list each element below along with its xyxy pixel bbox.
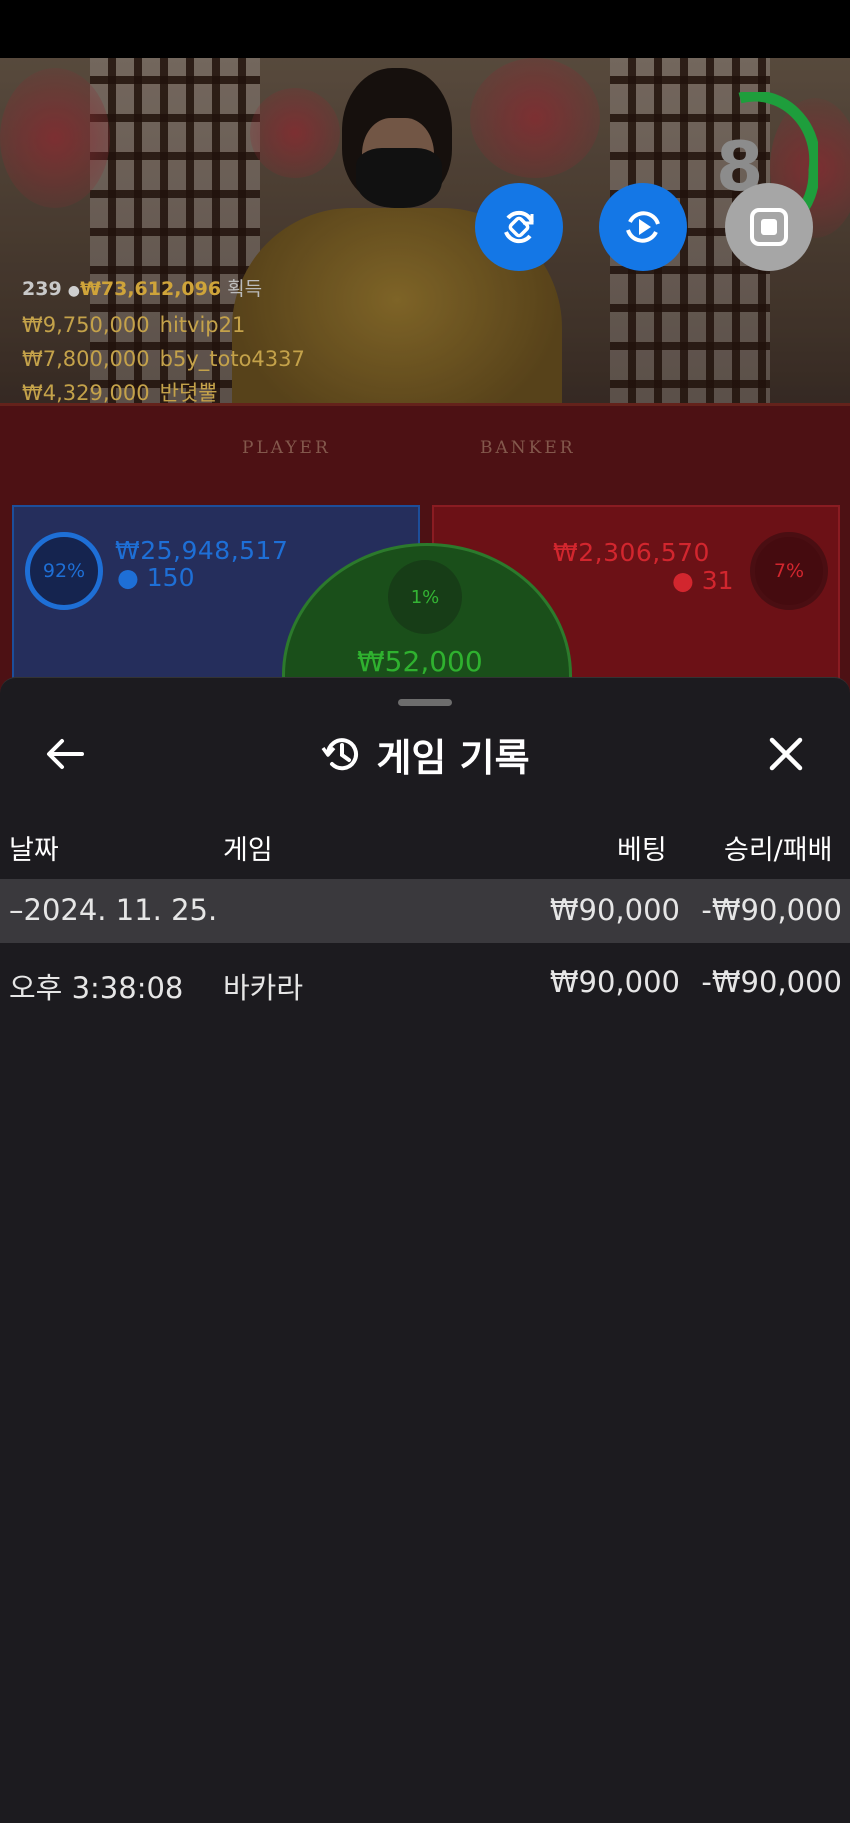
date-group-label: –2024. 11. 25. xyxy=(9,893,218,927)
rotate-view-button[interactable] xyxy=(475,183,563,271)
player-bet-amount: ₩25,948,517 xyxy=(115,536,289,565)
history-icon xyxy=(322,738,359,771)
winnings-overlay: 239 ●₩73,612,096 획득 ₩9,750,000 hitvip21 ₩… xyxy=(22,272,305,410)
game-history-sheet: 게임 기록 날짜 게임 베팅 승리/패배 –2024. 11. 25. ₩90,… xyxy=(0,677,850,1823)
replay-icon xyxy=(626,211,660,243)
column-header-date: 날짜 xyxy=(9,835,59,866)
winnings-summary: 239 ●₩73,612,096 획득 xyxy=(22,272,305,308)
rotate-icon xyxy=(504,210,534,244)
top-winner: ₩9,750,000 hitvip21 xyxy=(22,308,305,342)
column-header-game: 게임 xyxy=(223,835,273,866)
tie-percent: 1% xyxy=(388,560,462,634)
sheet-header: 게임 기록 xyxy=(0,724,850,784)
total-winnings: ₩73,612,096 xyxy=(79,278,222,300)
winner-name: 반뎟뿔 xyxy=(159,381,218,405)
player-percent: 92% xyxy=(25,532,103,610)
date-group-row[interactable]: –2024. 11. 25. ₩90,000 -₩90,000 xyxy=(0,879,850,943)
close-button[interactable] xyxy=(760,728,812,780)
sheet-drag-handle[interactable] xyxy=(398,699,452,706)
stop-icon xyxy=(750,208,788,246)
winner-amount: ₩4,329,000 xyxy=(22,381,150,405)
tie-bet-amount: ₩52,000 xyxy=(357,645,483,678)
player-count: 239 xyxy=(22,278,62,300)
person-icon: ● xyxy=(672,566,694,595)
stop-button[interactable] xyxy=(725,183,813,271)
close-icon xyxy=(769,737,803,771)
top-winner: ₩4,329,000 반뎟뿔 xyxy=(22,376,305,410)
banker-bet-amount: ₩2,306,570 xyxy=(553,538,710,567)
winnings-suffix: 획득 xyxy=(227,278,263,300)
row-bet: ₩90,000 xyxy=(549,965,680,999)
winner-amount: ₩9,750,000 xyxy=(22,313,150,337)
row-game: 바카라 xyxy=(223,971,304,1005)
player-bettor-count: ● 150 xyxy=(117,563,195,592)
date-group-win-loss: -₩90,000 xyxy=(701,893,842,927)
winner-name: hitvip21 xyxy=(159,313,246,337)
page-title: 게임 기록 xyxy=(376,735,530,780)
person-icon: ● xyxy=(117,563,139,592)
replay-button[interactable] xyxy=(599,183,687,271)
person-icon: ● xyxy=(67,283,80,299)
table-row[interactable]: 오후 3:38:08 바카라 ₩90,000 -₩90,000 xyxy=(0,951,850,1015)
column-header-win-loss: 승리/패배 xyxy=(724,835,833,866)
banker-percent: 7% xyxy=(750,532,828,610)
banker-bettor-count: ● 31 xyxy=(672,566,734,595)
winner-name: b5y_toto4337 xyxy=(159,347,305,371)
column-header-bet: 베팅 xyxy=(617,835,667,866)
row-win-loss: -₩90,000 xyxy=(701,965,842,999)
banker-bettors: 31 xyxy=(701,566,734,595)
date-group-bet: ₩90,000 xyxy=(549,893,680,927)
row-time: 오후 3:38:08 xyxy=(9,971,184,1005)
top-winner: ₩7,800,000 b5y_toto4337 xyxy=(22,342,305,376)
player-bettors: 150 xyxy=(146,563,195,592)
winner-amount: ₩7,800,000 xyxy=(22,347,150,371)
